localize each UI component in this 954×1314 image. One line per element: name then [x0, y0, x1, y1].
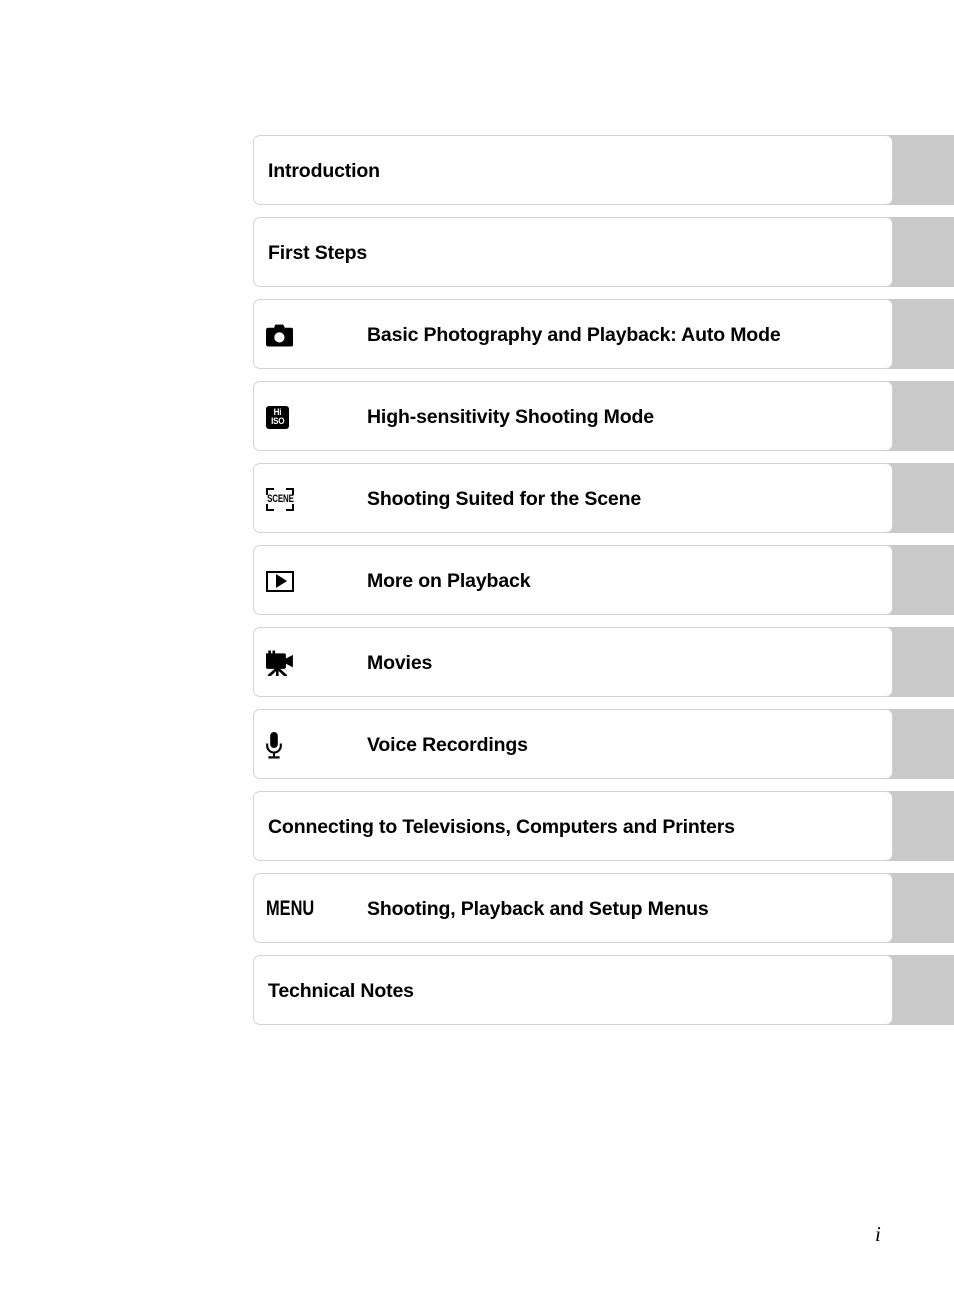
chapter-icon-slot: MENU — [266, 874, 318, 944]
chapter-icon-slot: SCENE — [266, 464, 318, 534]
hi-iso-icon: Hi ISO — [266, 405, 289, 429]
chapter-row[interactable]: More on Playback — [253, 545, 954, 615]
chapter-icon-slot — [266, 710, 318, 780]
scene-icon-label: SCENE — [266, 493, 294, 505]
hi-iso-icon-bottom: ISO — [270, 416, 285, 427]
chapter-card[interactable]: Movies — [253, 627, 893, 697]
chapter-title: Technical Notes — [268, 979, 414, 1002]
chapter-list: Introduction First Steps Basic Photograp… — [253, 135, 954, 1037]
chapter-card[interactable]: Connecting to Televisions, Computers and… — [253, 791, 893, 861]
menu-icon: MENU — [266, 897, 315, 920]
chapter-card[interactable]: First Steps — [253, 217, 893, 287]
page-number: i — [875, 1222, 881, 1246]
scene-icon: SCENE — [266, 487, 294, 511]
movie-camera-icon — [266, 650, 293, 676]
chapter-card[interactable]: Introduction — [253, 135, 893, 205]
chapter-title: Connecting to Televisions, Computers and… — [268, 815, 735, 838]
chapter-icon-slot — [266, 300, 318, 370]
chapter-title: First Steps — [268, 241, 368, 264]
chapter-card[interactable]: Voice Recordings — [253, 709, 893, 779]
chapter-row[interactable]: First Steps — [253, 217, 954, 287]
chapter-row[interactable]: Basic Photography and Playback: Auto Mod… — [253, 299, 954, 369]
chapter-title: Basic Photography and Playback: Auto Mod… — [367, 323, 781, 346]
chapter-row[interactable]: MENU Shooting, Playback and Setup Menus — [253, 873, 954, 943]
playback-icon-triangle — [275, 574, 287, 588]
chapter-icon-slot — [266, 628, 318, 698]
chapter-title: Shooting, Playback and Setup Menus — [367, 897, 709, 920]
chapter-title: Introduction — [268, 159, 380, 182]
chapter-row[interactable]: Technical Notes — [253, 955, 954, 1025]
camera-icon — [266, 324, 293, 346]
chapter-card[interactable]: SCENE Shooting Suited for the Scene — [253, 463, 893, 533]
chapter-title: Voice Recordings — [367, 733, 528, 756]
chapter-card[interactable]: Technical Notes — [253, 955, 893, 1025]
microphone-icon — [266, 731, 282, 758]
chapter-row[interactable]: Movies — [253, 627, 954, 697]
chapter-card[interactable]: More on Playback — [253, 545, 893, 615]
chapter-row[interactable]: Voice Recordings — [253, 709, 954, 779]
chapter-card[interactable]: MENU Shooting, Playback and Setup Menus — [253, 873, 893, 943]
chapter-row[interactable]: Introduction — [253, 135, 954, 205]
chapter-title: High-sensitivity Shooting Mode — [367, 405, 654, 428]
chapter-row[interactable]: SCENE Shooting Suited for the Scene — [253, 463, 954, 533]
chapter-card[interactable]: Hi ISO High-sensitivity Shooting Mode — [253, 381, 893, 451]
chapter-row[interactable]: Connecting to Televisions, Computers and… — [253, 791, 954, 861]
chapter-title: Movies — [367, 651, 433, 674]
toc-page: Introduction First Steps Basic Photograp… — [0, 0, 954, 1314]
chapter-title: More on Playback — [367, 569, 531, 592]
chapter-icon-slot — [266, 546, 318, 616]
playback-icon — [266, 570, 294, 592]
chapter-icon-slot: Hi ISO — [266, 382, 318, 452]
chapter-title: Shooting Suited for the Scene — [367, 487, 642, 510]
chapter-card[interactable]: Basic Photography and Playback: Auto Mod… — [253, 299, 893, 369]
chapter-row[interactable]: Hi ISO High-sensitivity Shooting Mode — [253, 381, 954, 451]
